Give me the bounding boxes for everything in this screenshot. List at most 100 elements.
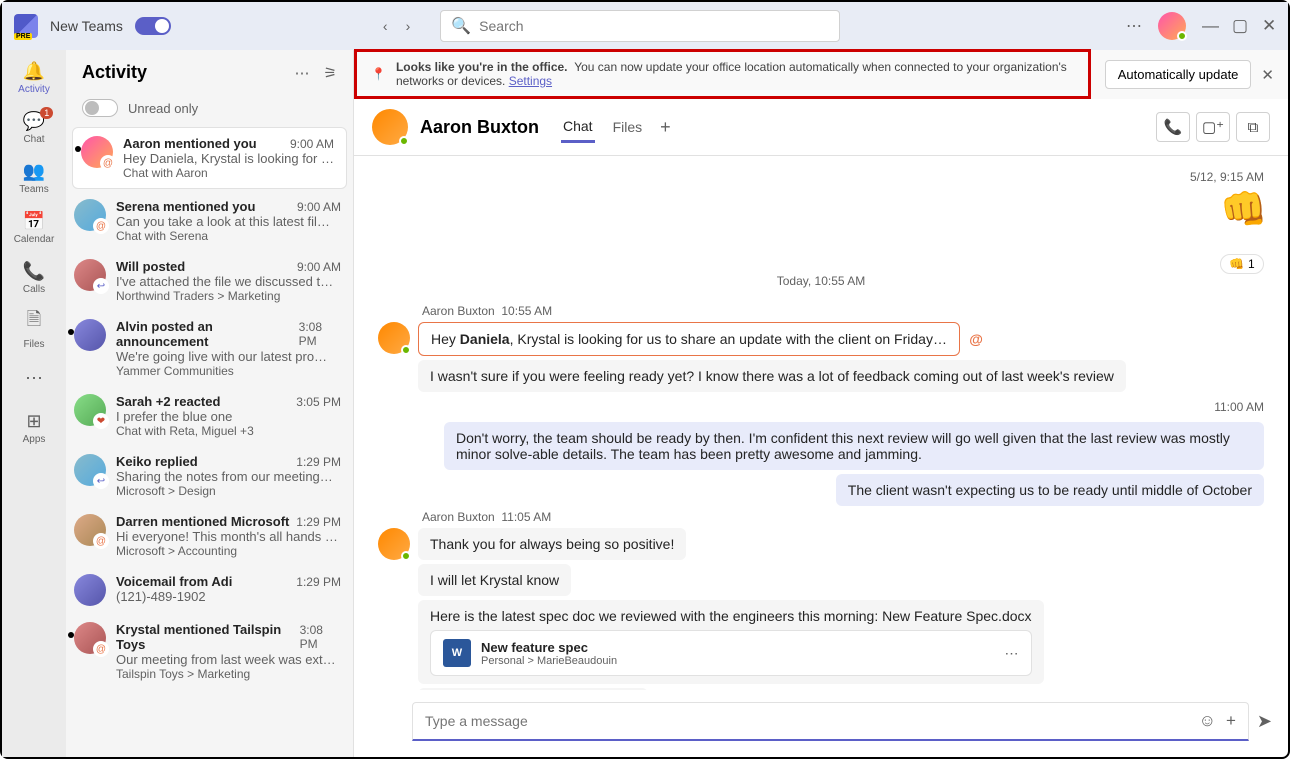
rail-item-calls[interactable]: 📞Calls bbox=[6, 254, 62, 302]
activity-item[interactable]: @ Serena mentioned you 9:00 AM Can you t… bbox=[66, 191, 353, 251]
app-label: New Teams bbox=[50, 18, 123, 34]
file-path: Personal > MarieBeaudouin bbox=[481, 655, 995, 667]
message-bubble: We haven't had a break in awhile bbox=[418, 688, 648, 690]
activity-context: Chat with Serena bbox=[116, 229, 341, 243]
file-more-icon[interactable]: ⋯ bbox=[1005, 645, 1019, 662]
panel-header: Activity ⋯ ⚞ bbox=[66, 50, 353, 91]
activity-item[interactable]: ↩ Will posted 9:00 AM I've attached the … bbox=[66, 251, 353, 311]
activity-time: 9:00 AM bbox=[297, 200, 341, 214]
new-teams-toggle[interactable] bbox=[135, 17, 171, 35]
rail-label: Files bbox=[23, 339, 44, 350]
activity-badge-icon: ↩ bbox=[93, 278, 109, 294]
auto-update-button[interactable]: Automatically update bbox=[1105, 60, 1252, 89]
badge: 1 bbox=[40, 107, 53, 119]
fist-bump-icon[interactable]: 👊 bbox=[1220, 188, 1264, 232]
teams-icon: 👥 bbox=[23, 161, 45, 182]
location-icon: 📍 bbox=[371, 67, 386, 81]
rail-item-activity[interactable]: 🔔Activity bbox=[6, 54, 62, 102]
tab-chat[interactable]: Chat bbox=[561, 112, 595, 143]
activity-time: 1:29 PM bbox=[296, 575, 341, 589]
message-avatar bbox=[378, 600, 410, 632]
unread-label: Unread only bbox=[128, 101, 198, 116]
rail-item-calendar[interactable]: 📅Calendar bbox=[6, 204, 62, 252]
rail-item-teams[interactable]: 👥 Teams bbox=[6, 154, 62, 202]
rail-item-more[interactable]: ⋯ bbox=[6, 354, 62, 402]
send-button[interactable]: ➤ bbox=[1257, 711, 1272, 732]
message-received[interactable]: Here is the latest spec doc we reviewed … bbox=[378, 600, 1264, 684]
activity-item[interactable]: @ Aaron mentioned you 9:00 AM Hey Daniel… bbox=[72, 127, 347, 189]
tab-files[interactable]: Files bbox=[611, 113, 645, 141]
reaction-block: 👊 👊 1 bbox=[1220, 188, 1264, 274]
rail-item-files[interactable]: 🗎Files bbox=[6, 304, 62, 352]
user-avatar[interactable] bbox=[1158, 12, 1186, 40]
search-input[interactable] bbox=[479, 18, 829, 34]
rail-label: Teams bbox=[19, 184, 48, 195]
activity-item[interactable]: ↩ Keiko replied 1:29 PM Sharing the note… bbox=[66, 446, 353, 506]
audio-call-button[interactable]: 📞 bbox=[1156, 112, 1190, 142]
rail-item-apps[interactable]: ⊞Apps bbox=[6, 404, 62, 452]
message-received[interactable]: I wasn't sure if you were feeling ready … bbox=[378, 360, 1264, 392]
presence-icon bbox=[401, 345, 411, 355]
activity-item[interactable]: @ Krystal mentioned Tailspin Toys 3:08 P… bbox=[66, 614, 353, 689]
message-received[interactable]: Hey Daniela, Krystal is looking for us t… bbox=[378, 322, 1264, 356]
filter-icon[interactable]: ⚞ bbox=[324, 64, 337, 82]
sender-line: Aaron Buxton 10:55 AM bbox=[422, 304, 1264, 318]
banner-settings-link[interactable]: Settings bbox=[509, 74, 552, 88]
file-name: New feature spec bbox=[481, 640, 995, 655]
activity-title: Keiko replied bbox=[116, 454, 198, 469]
activity-preview: Can you take a look at this latest fil… bbox=[116, 214, 341, 229]
avatar: @ bbox=[74, 622, 106, 654]
activity-preview: I've attached the file we discussed t… bbox=[116, 274, 341, 289]
maximize-button[interactable]: ▢ bbox=[1232, 19, 1246, 33]
close-button[interactable]: ✕ bbox=[1262, 19, 1276, 33]
video-call-button[interactable]: ▢⁺ bbox=[1196, 112, 1230, 142]
activity-item[interactable]: ❤ Sarah +2 reacted 3:05 PM I prefer the … bbox=[66, 386, 353, 446]
activity-badge-icon: @ bbox=[93, 641, 109, 657]
activity-context: Northwind Traders > Marketing bbox=[116, 289, 341, 303]
message-received[interactable]: I will let Krystal know bbox=[378, 564, 1264, 596]
nav-back-icon[interactable]: ‹ bbox=[383, 18, 388, 34]
chat-tabs: Chat Files + bbox=[561, 112, 671, 143]
attach-icon[interactable]: + bbox=[1226, 711, 1236, 731]
activity-icon: 🔔 bbox=[23, 61, 45, 82]
chat-body[interactable]: 5/12, 9:15 AM 👊 👊 1 Today, 10:55 AM Aaro… bbox=[354, 156, 1288, 690]
word-file-icon: W bbox=[443, 639, 471, 667]
message-received[interactable]: Thank you for always being so positive! bbox=[378, 528, 1264, 560]
compose-box[interactable]: ☺ + bbox=[412, 702, 1249, 741]
banner-close-icon[interactable]: ✕ bbox=[1261, 66, 1274, 84]
nav-forward-icon[interactable]: › bbox=[406, 18, 411, 34]
chat-avatar[interactable] bbox=[372, 109, 408, 145]
activity-list[interactable]: @ Aaron mentioned you 9:00 AM Hey Daniel… bbox=[66, 125, 353, 757]
message-avatar bbox=[378, 322, 410, 354]
reaction-count[interactable]: 👊 1 bbox=[1220, 254, 1264, 274]
activity-item[interactable]: Alvin posted an announcement 3:08 PM We'… bbox=[66, 311, 353, 386]
add-tab-icon[interactable]: + bbox=[660, 117, 671, 138]
unread-toggle[interactable] bbox=[82, 99, 118, 117]
nav-arrows: ‹ › bbox=[383, 18, 410, 34]
activity-time: 3:08 PM bbox=[299, 320, 341, 348]
app-rail: 🔔Activity💬1Chat 👥 Teams 📅Calendar📞Calls🗎Fil… bbox=[2, 50, 66, 757]
chat-icon: 💬1 bbox=[23, 111, 45, 132]
activity-context: Microsoft > Design bbox=[116, 484, 341, 498]
message-received[interactable]: We haven't had a break in awhile bbox=[378, 688, 1264, 690]
rail-item-chat[interactable]: 💬1Chat bbox=[6, 104, 62, 152]
searchbar[interactable]: 🔍 bbox=[440, 10, 840, 42]
minimize-button[interactable]: — bbox=[1202, 19, 1216, 33]
emoji-icon[interactable]: ☺ bbox=[1199, 711, 1216, 731]
activity-item[interactable]: Voicemail from Adi 1:29 PM (121)-489-190… bbox=[66, 566, 353, 614]
message-avatar bbox=[378, 564, 410, 596]
time-divider: Today, 10:55 AM bbox=[378, 274, 1264, 288]
message-sent[interactable]: Don't worry, the team should be ready by… bbox=[378, 422, 1264, 470]
activity-badge-icon: ❤ bbox=[93, 413, 109, 429]
compose-input[interactable] bbox=[425, 713, 1189, 729]
activity-item[interactable]: @ Darren mentioned Microsoft 1:29 PM Hi … bbox=[66, 506, 353, 566]
message-bubble: Don't worry, the team should be ready by… bbox=[444, 422, 1264, 470]
message-sent[interactable]: The client wasn't expecting us to be rea… bbox=[378, 474, 1264, 506]
activity-time: 9:00 AM bbox=[290, 137, 334, 151]
panel-more-icon[interactable]: ⋯ bbox=[295, 64, 310, 82]
file-card[interactable]: W New feature specPersonal > MarieBeaudo… bbox=[430, 630, 1032, 676]
popout-button[interactable]: ⧉ bbox=[1236, 112, 1270, 142]
more-icon[interactable]: ⋯ bbox=[1126, 16, 1142, 36]
timestamp: 11:00 AM bbox=[378, 396, 1264, 418]
unread-filter: Unread only bbox=[66, 91, 353, 125]
